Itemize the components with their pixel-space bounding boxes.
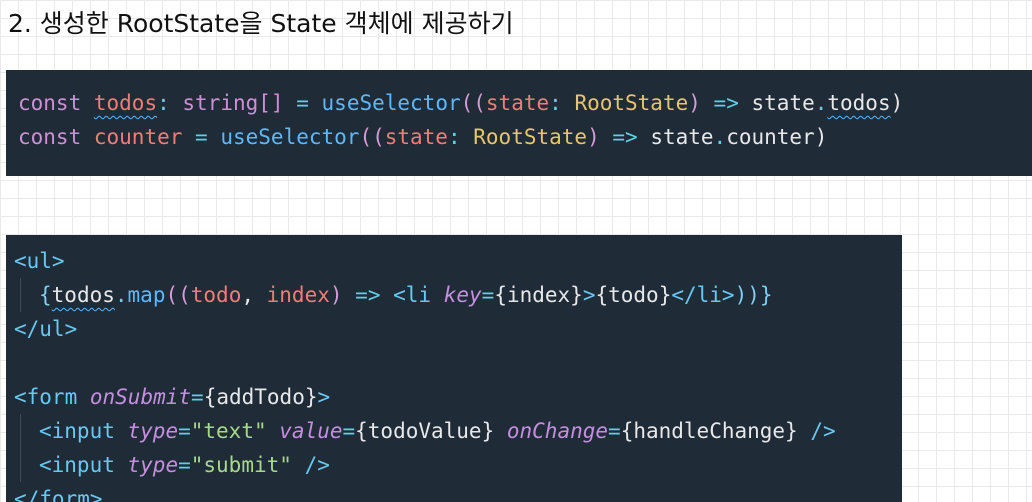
operator-equals: =	[342, 419, 356, 443]
code-line-ul-open: <ul>	[14, 244, 902, 278]
attr-type: type	[127, 419, 179, 443]
punct-dot: .	[713, 125, 727, 149]
punct-colon: :	[157, 91, 170, 115]
code-block-selectors: const todos: string[] = useSelector((sta…	[6, 70, 1032, 176]
param-index: index	[266, 283, 330, 307]
string-submit: "submit"	[190, 453, 292, 477]
identifier-state: state	[751, 91, 815, 115]
paren-close: )	[329, 283, 343, 307]
tag-input: <input	[39, 419, 115, 443]
operator-equals: =	[191, 385, 204, 409]
paren-close: )	[688, 91, 701, 115]
attr-key: key	[443, 283, 482, 307]
identifier-state: state	[650, 125, 714, 149]
expr-todovalue: {todoValue}	[355, 419, 495, 443]
code-line-map: {todos.map((todo, index) => <li key={ind…	[14, 278, 902, 312]
param-state: state	[384, 125, 448, 149]
function-useselector: useSelector	[220, 125, 360, 149]
identifier-todos: todos	[51, 283, 115, 307]
identifier-todos: todos	[93, 91, 158, 115]
code-block-jsx: <ul> {todos.map((todo, index) => <li key=…	[6, 235, 902, 502]
punct-colon: :	[549, 91, 562, 115]
type-rootstate: RootState	[473, 125, 588, 149]
tag-ul-open: <ul>	[14, 249, 65, 273]
tag-gt: >	[317, 385, 331, 409]
type-rootstate: RootState	[574, 91, 689, 115]
expr-index: {index}	[494, 283, 583, 307]
param-todo: todo	[190, 283, 242, 307]
expr-handlechange: {handleChange}	[620, 419, 798, 443]
section-heading: 2. 생성한 RootState을 State 객체에 제공하기	[8, 9, 514, 38]
indent-guide: {todos.map((todo, index) => <li key={ind…	[20, 278, 773, 312]
keyword-const: const	[18, 125, 82, 149]
paren-end: ))}	[734, 283, 773, 307]
expr-addtodo: {addTodo}	[203, 385, 318, 409]
indent-guide: <input type="text" value={todoValue} onC…	[20, 414, 836, 448]
code-line-form-close: </form>	[14, 482, 902, 502]
operator-arrow: =>	[612, 125, 638, 149]
operator-equals: =	[178, 453, 191, 477]
tag-form-open: <form	[14, 385, 78, 409]
attr-type: type	[127, 453, 179, 477]
property-counter: counter	[726, 125, 815, 149]
operator-equals: =	[195, 125, 208, 149]
punct-colon: :	[447, 125, 461, 149]
code-line-input-submit: <input type="submit" />	[14, 448, 902, 482]
punct-comma: ,	[241, 283, 267, 307]
tag-input: <input	[39, 453, 115, 477]
paren-open: ((	[165, 283, 191, 307]
paren-close: )	[587, 125, 600, 149]
operator-arrow: =>	[713, 91, 739, 115]
punct-dot: .	[814, 91, 828, 115]
operator-equals: =	[178, 419, 191, 443]
brace-open: {	[39, 283, 52, 307]
page: { "heading": "2. 생성한 RootState을 State 객체…	[0, 0, 1032, 502]
tag-ul-close: </ul>	[14, 317, 78, 341]
function-useselector: useSelector	[321, 91, 461, 115]
string-text: "text"	[190, 419, 267, 443]
operator-arrow: =>	[355, 283, 381, 307]
operator-equals: =	[608, 419, 621, 443]
param-state: state	[485, 91, 550, 115]
indent-guide: <input type="submit" />	[20, 448, 330, 482]
type-string-array: string[]	[182, 91, 284, 115]
operator-equals: =	[481, 283, 495, 307]
operator-equals: =	[296, 91, 309, 115]
attr-value: value	[279, 419, 343, 443]
code-line-input-text: <input type="text" value={todoValue} onC…	[14, 414, 902, 448]
code-line-todos: const todos: string[] = useSelector((sta…	[18, 86, 1032, 120]
attr-onsubmit: onSubmit	[89, 385, 192, 409]
code-line-form-open: <form onSubmit={addTodo}>	[14, 380, 902, 414]
paren-open: ((	[359, 125, 385, 149]
tag-self-close: />	[810, 419, 836, 443]
punct-dot: .	[114, 283, 128, 307]
paren-open: ((	[460, 91, 486, 115]
tag-form-close: </form>	[14, 487, 103, 502]
method-map: map	[127, 283, 166, 307]
paren-end: )	[890, 91, 904, 115]
attr-onchange: onChange	[506, 419, 609, 443]
code-line-ul-close: </ul>	[14, 312, 902, 346]
tag-li-open: <li	[393, 283, 432, 307]
paren-end: )	[814, 125, 828, 149]
tag-li-close: </li>	[671, 283, 735, 307]
keyword-const: const	[18, 91, 82, 115]
tag-gt: >	[582, 283, 596, 307]
identifier-counter: counter	[93, 125, 183, 149]
code-line-counter: const counter = useSelector((state: Root…	[18, 120, 1032, 154]
expr-todo: {todo}	[595, 283, 672, 307]
property-todos: todos	[827, 91, 891, 115]
tag-self-close: />	[304, 453, 330, 477]
